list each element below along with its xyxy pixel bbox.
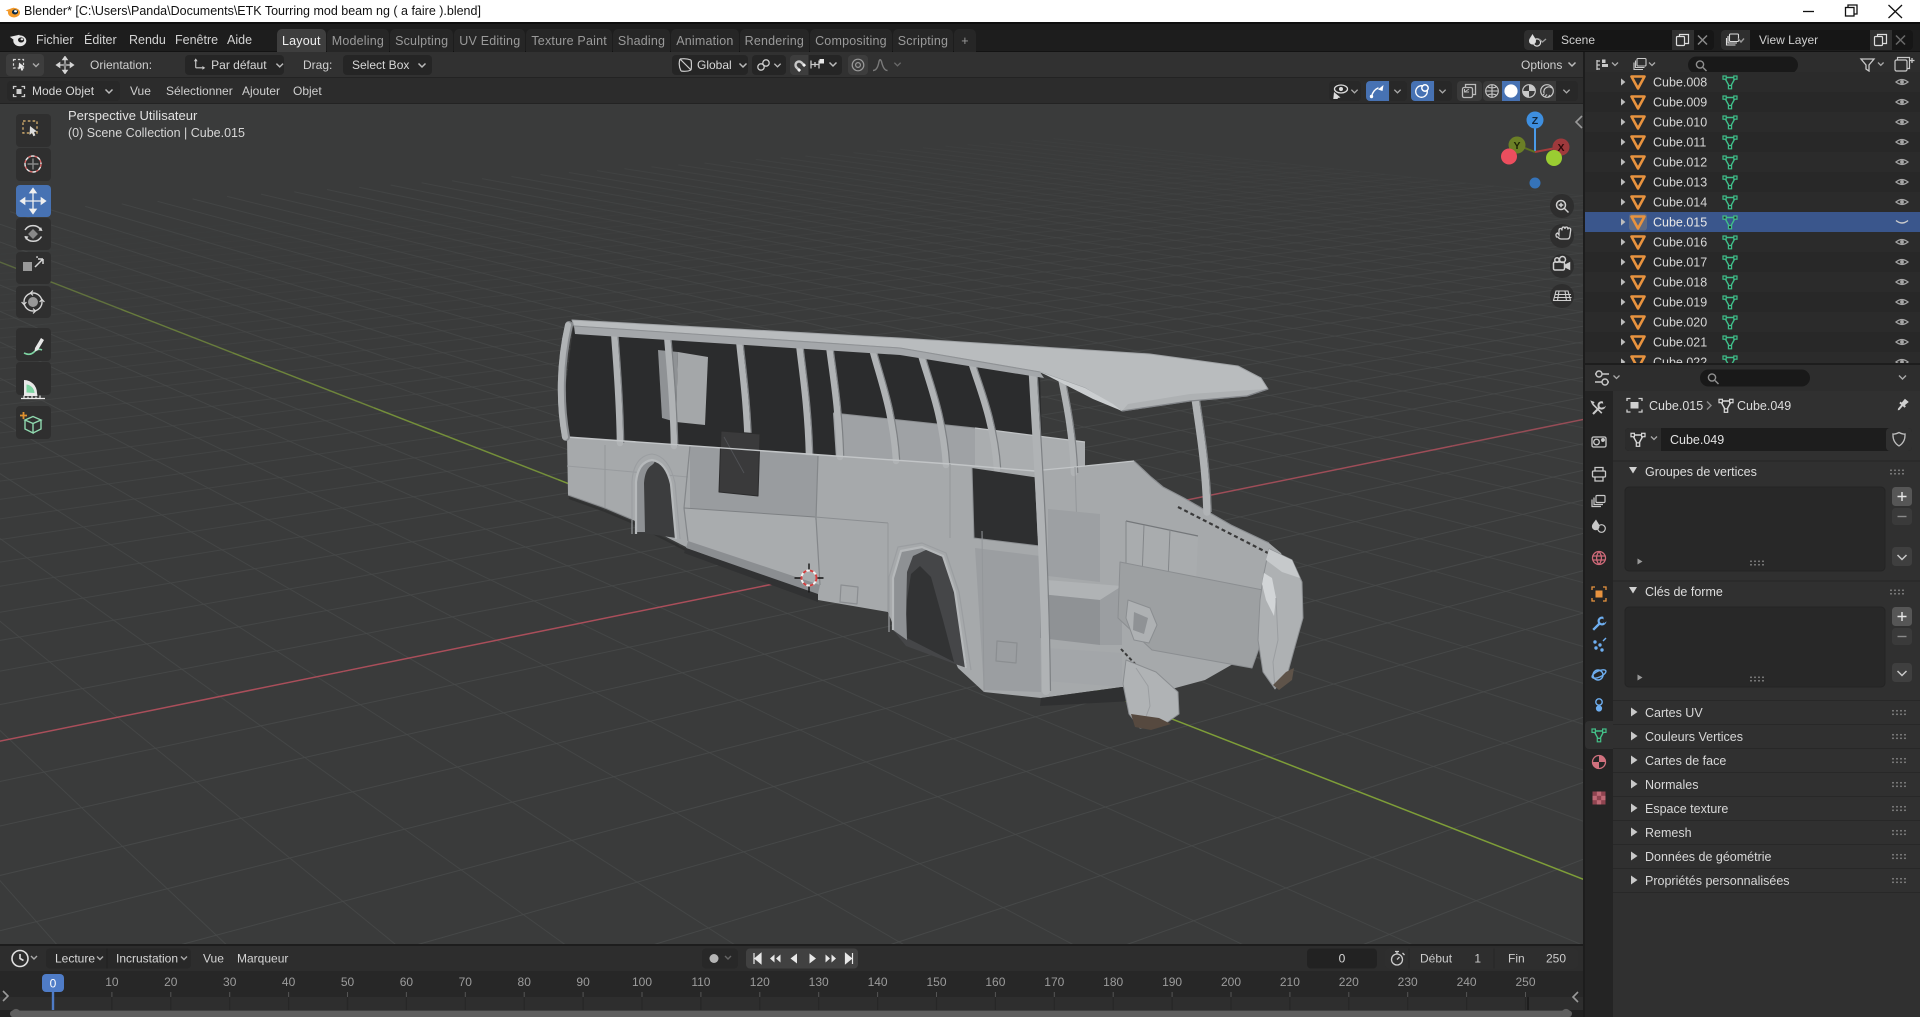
svg-text:Cube.020: Cube.020 bbox=[1653, 316, 1707, 330]
svg-text:210: 210 bbox=[1280, 975, 1300, 989]
svg-text:Espace texture: Espace texture bbox=[1645, 802, 1728, 816]
svg-text:50: 50 bbox=[341, 975, 355, 989]
svg-text:150: 150 bbox=[926, 975, 946, 989]
svg-text:Cube.012: Cube.012 bbox=[1653, 156, 1707, 170]
svg-text:160: 160 bbox=[985, 975, 1005, 989]
svg-text:100: 100 bbox=[632, 975, 652, 989]
svg-text:130: 130 bbox=[809, 975, 829, 989]
svg-text:220: 220 bbox=[1339, 975, 1359, 989]
svg-text:200: 200 bbox=[1221, 975, 1241, 989]
svg-text:Fin: Fin bbox=[1508, 952, 1525, 966]
svg-text:Cube.016: Cube.016 bbox=[1653, 236, 1707, 250]
svg-text:Cube.008: Cube.008 bbox=[1653, 76, 1707, 90]
svg-text:0: 0 bbox=[50, 977, 57, 991]
svg-text:Cube.022: Cube.022 bbox=[1653, 356, 1707, 364]
svg-text:240: 240 bbox=[1457, 975, 1477, 989]
svg-text:Vue: Vue bbox=[203, 952, 224, 966]
svg-text:Clés de forme: Clés de forme bbox=[1645, 585, 1723, 599]
svg-text:140: 140 bbox=[868, 975, 888, 989]
svg-text:Lecture: Lecture bbox=[55, 952, 95, 966]
svg-text:0: 0 bbox=[1339, 952, 1346, 966]
svg-text:Cube.014: Cube.014 bbox=[1653, 196, 1707, 210]
svg-text:Y: Y bbox=[1513, 140, 1520, 152]
svg-text:Cube.021: Cube.021 bbox=[1653, 336, 1707, 350]
svg-text:Cube.011: Cube.011 bbox=[1653, 136, 1706, 150]
svg-text:170: 170 bbox=[1044, 975, 1064, 989]
svg-text:Couleurs Vertices: Couleurs Vertices bbox=[1645, 730, 1743, 744]
svg-text:Propriétés personnalisées: Propriétés personnalisées bbox=[1645, 874, 1790, 888]
svg-text:Cube.049: Cube.049 bbox=[1737, 399, 1791, 413]
svg-text:Cube.017: Cube.017 bbox=[1653, 256, 1707, 270]
svg-text:Marqueur: Marqueur bbox=[237, 952, 288, 966]
svg-text:250: 250 bbox=[1515, 975, 1535, 989]
svg-text:40: 40 bbox=[282, 975, 296, 989]
svg-text:1: 1 bbox=[1474, 952, 1481, 966]
svg-text:30: 30 bbox=[223, 975, 237, 989]
svg-text:Groupes de vertices: Groupes de vertices bbox=[1645, 465, 1757, 479]
svg-text:Cartes de face: Cartes de face bbox=[1645, 754, 1726, 768]
svg-text:120: 120 bbox=[750, 975, 770, 989]
svg-text:Cube.009: Cube.009 bbox=[1653, 96, 1707, 110]
svg-text:Cube.015: Cube.015 bbox=[1649, 399, 1703, 413]
svg-text:60: 60 bbox=[400, 975, 414, 989]
svg-text:Cube.049: Cube.049 bbox=[1670, 433, 1724, 447]
svg-text:Cube.019: Cube.019 bbox=[1653, 296, 1707, 310]
svg-text:20: 20 bbox=[164, 975, 178, 989]
svg-text:80: 80 bbox=[518, 975, 532, 989]
svg-text:180: 180 bbox=[1103, 975, 1123, 989]
svg-text:250: 250 bbox=[1546, 952, 1566, 966]
svg-text:Cartes UV: Cartes UV bbox=[1645, 706, 1703, 720]
svg-text:Données de géométrie: Données de géométrie bbox=[1645, 850, 1772, 864]
svg-text:Cube.013: Cube.013 bbox=[1653, 176, 1707, 190]
svg-text:110: 110 bbox=[691, 975, 710, 989]
svg-text:190: 190 bbox=[1162, 975, 1182, 989]
svg-text:Remesh: Remesh bbox=[1645, 826, 1692, 840]
svg-text:230: 230 bbox=[1398, 975, 1418, 989]
svg-text:Normales: Normales bbox=[1645, 778, 1699, 792]
svg-text:Cube.010: Cube.010 bbox=[1653, 116, 1707, 130]
svg-text:Cube.018: Cube.018 bbox=[1653, 276, 1707, 290]
svg-text:90: 90 bbox=[576, 975, 590, 989]
svg-text:70: 70 bbox=[459, 975, 473, 989]
svg-text:Cube.015: Cube.015 bbox=[1653, 216, 1707, 230]
svg-text:Incrustation: Incrustation bbox=[116, 952, 178, 966]
svg-text:10: 10 bbox=[105, 975, 119, 989]
svg-text:Z: Z bbox=[1532, 115, 1539, 127]
svg-text:Début: Début bbox=[1420, 952, 1453, 966]
